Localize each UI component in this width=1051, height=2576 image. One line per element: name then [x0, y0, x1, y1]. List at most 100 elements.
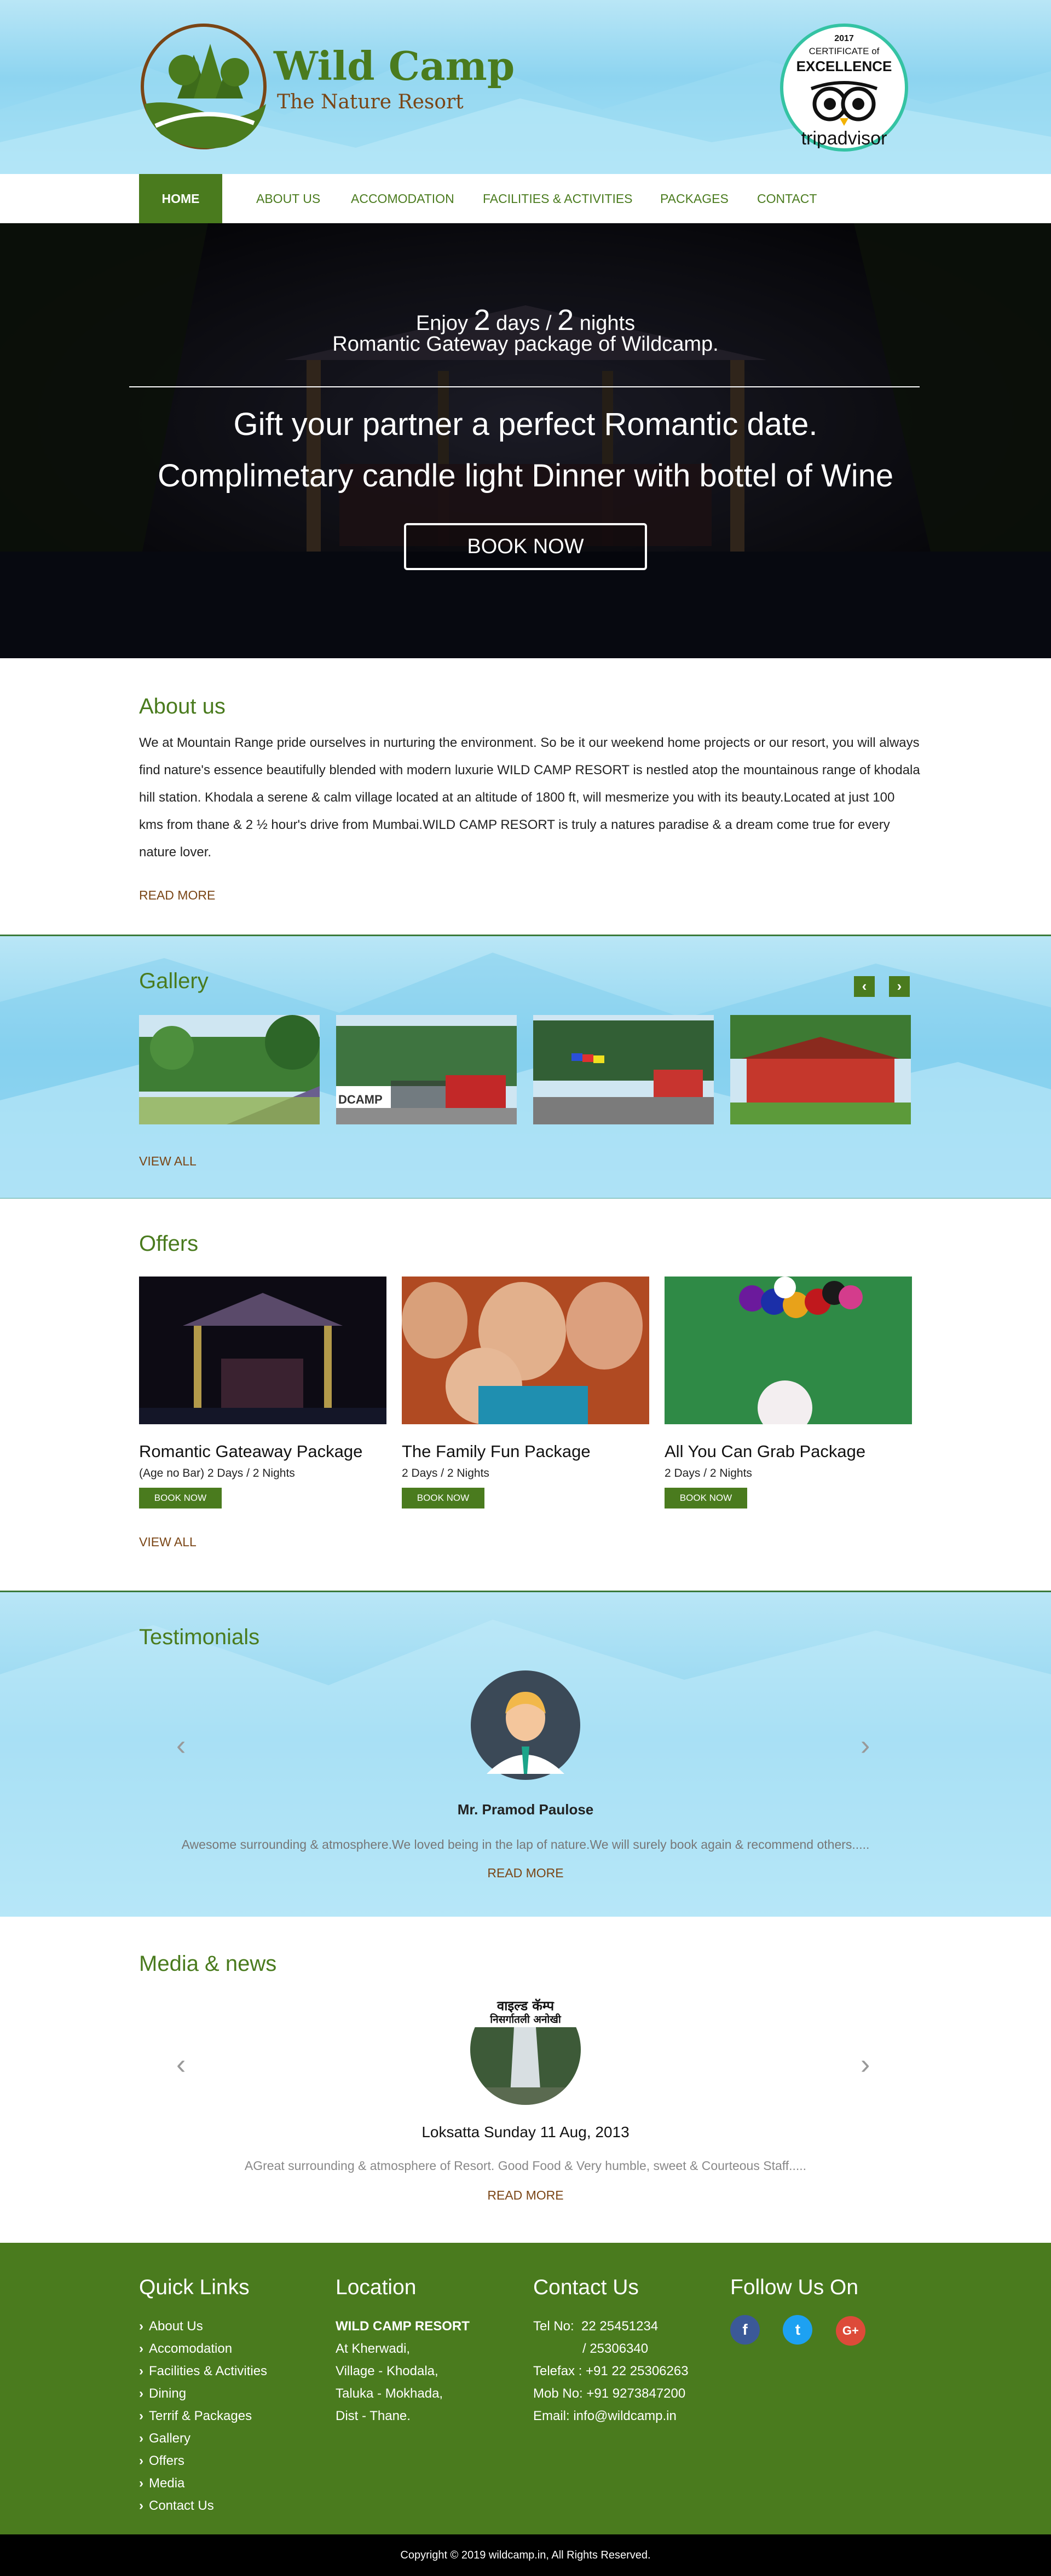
logo-name: Wild Camp — [274, 43, 515, 89]
site-header: Wild Camp The Nature Resort 2017 CERTIFI… — [0, 0, 1051, 174]
nav-contact[interactable]: CONTACT — [757, 174, 817, 223]
hero-enjoy-text: Enjoy — [415, 312, 468, 335]
footer-location-name: WILD CAMP RESORT — [336, 2319, 470, 2334]
media-prev-icon[interactable]: ‹ — [176, 2048, 186, 2081]
gallery-image-4[interactable] — [730, 1015, 911, 1124]
gallery-photo-gate — [336, 1015, 517, 1124]
gallery-section: Gallery ‹ › DCAMP VIEW ALL — [0, 935, 1051, 1199]
footer-link-contact-us[interactable]: Contact Us — [139, 2494, 267, 2517]
footer-contact-title: Contact Us — [533, 2276, 639, 2299]
footer-link-gallery[interactable]: Gallery — [139, 2427, 267, 2450]
footer-location-line: Village - Khodala, — [336, 2364, 438, 2378]
user-avatar-icon — [471, 1670, 580, 1780]
nav-accomodation[interactable]: ACCOMODATION — [351, 174, 454, 223]
testimonial-read-more-link[interactable]: READ MORE — [487, 1866, 563, 1880]
hero-package-name: Romantic Gateway package of Wildcamp. — [332, 333, 719, 356]
testimonials-prev-icon[interactable]: ‹ — [176, 1729, 186, 1762]
offers-view-all-link[interactable]: VIEW ALL — [139, 1535, 197, 1550]
gallery-sign-text: DCAMP — [338, 1093, 383, 1106]
footer-email[interactable]: Email: info@wildcamp.in — [533, 2405, 689, 2427]
site-logo[interactable]: Wild Camp The Nature Resort — [139, 22, 515, 153]
twitter-icon[interactable]: t — [783, 2315, 813, 2345]
badge-line2: EXCELLENCE — [796, 58, 892, 74]
footer-quick-links: Quick Links About Us Accomodation Facili… — [139, 2276, 267, 2517]
gallery-title: Gallery — [139, 969, 209, 993]
hero-book-now-button[interactable]: BOOK NOW — [404, 523, 647, 570]
footer-link-facilities[interactable]: Facilities & Activities — [139, 2360, 267, 2382]
testimonials-next-icon[interactable]: › — [861, 1729, 870, 1762]
main-navigation: HOME ABOUT US ACCOMODATION FACILITIES & … — [0, 174, 1051, 223]
offer-image-family[interactable] — [402, 1277, 649, 1424]
hero-nights-number: 2 — [557, 304, 574, 336]
footer-link-offers[interactable]: Offers — [139, 2450, 267, 2472]
footer-follow: Follow Us On f t G+ — [730, 2276, 886, 2346]
footer-quick-links-title: Quick Links — [139, 2276, 250, 2299]
badge-line1: CERTIFICATE of — [809, 46, 880, 56]
footer-location: Location WILD CAMP RESORT At Kherwadi, V… — [336, 2276, 470, 2427]
hero-days-word: days / — [496, 312, 552, 335]
offer-image-grab[interactable] — [665, 1277, 912, 1424]
about-body: We at Mountain Range pride ourselves in … — [139, 735, 920, 860]
hero-days-number: 2 — [473, 304, 490, 336]
offer-photo-family — [402, 1277, 649, 1424]
gallery-photo-road — [139, 1015, 320, 1124]
media-thumbnail[interactable]: वाइल्ड कॅम्प निसर्गातली अनोखी — [470, 1994, 581, 2105]
facebook-icon[interactable]: f — [730, 2315, 760, 2345]
gallery-view-all-link[interactable]: VIEW ALL — [139, 1154, 197, 1169]
nav-home[interactable]: HOME — [139, 174, 222, 223]
footer-location-line: Taluka - Mokhada, — [336, 2386, 443, 2401]
gallery-image-2[interactable]: DCAMP — [336, 1015, 517, 1124]
media-paper-text-2: निसर्गातली अनोखी — [490, 2014, 561, 2026]
logo-mark — [141, 24, 267, 149]
offer-book-now-grab[interactable]: BOOK NOW — [665, 1488, 747, 1509]
media-read-more-wrap: READ MORE — [0, 2188, 1051, 2203]
footer-tel: Tel No: 22 25451234 — [533, 2319, 659, 2334]
footer-tel-alt: / 25306340 — [582, 2341, 649, 2356]
offers-title: Offers — [139, 1232, 199, 1256]
offers-section: Offers Romantic Gateaway Package (Age no… — [0, 1199, 1051, 1591]
offer-book-now-family[interactable]: BOOK NOW — [402, 1488, 484, 1509]
gallery-next-button[interactable]: › — [889, 976, 910, 997]
footer-link-about-us[interactable]: About Us — [139, 2315, 267, 2337]
media-summary: AGreat surrounding & atmosphere of Resor… — [244, 2159, 807, 2173]
media-read-more-link[interactable]: READ MORE — [487, 2188, 563, 2202]
testimonials-title: Testimonials — [139, 1625, 260, 1649]
offer-book-now-romantic[interactable]: BOOK NOW — [139, 1488, 222, 1509]
offer-title-family: The Family Fun Package — [402, 1442, 591, 1461]
offer-title-romantic: Romantic Gateaway Package — [139, 1442, 363, 1461]
footer-location-line: Dist - Thane. — [336, 2409, 411, 2423]
hero-divider — [129, 386, 920, 387]
gallery-photo-flags — [533, 1015, 714, 1124]
offer-sub-romantic: (Age no Bar) 2 Days / 2 Nights — [139, 1467, 295, 1480]
about-read-more-link[interactable]: READ MORE — [139, 888, 215, 903]
testimonials-section: Testimonials ‹ › Mr. Pramod Paulose Awes… — [0, 1591, 1051, 1918]
hero-headline-2: Complimetary candle light Dinner with bo… — [157, 458, 894, 494]
about-title: About us — [139, 694, 226, 718]
nav-about-us[interactable]: ABOUT US — [256, 174, 320, 223]
footer-follow-title: Follow Us On — [730, 2276, 859, 2299]
google-plus-icon[interactable]: G+ — [835, 2316, 865, 2346]
footer-link-accomodation[interactable]: Accomodation — [139, 2337, 267, 2360]
testimonial-avatar — [470, 1670, 581, 1780]
gallery-prev-button[interactable]: ‹ — [854, 976, 875, 997]
badge-year: 2017 — [834, 34, 854, 43]
footer-link-terrif-packages[interactable]: Terrif & Packages — [139, 2405, 267, 2427]
media-news-section: Media & news ‹ › वाइल्ड कॅम्प निसर्गातली… — [0, 1917, 1051, 2243]
offer-title-grab: All You Can Grab Package — [665, 1442, 866, 1461]
nav-facilities-activities[interactable]: FACILITIES & ACTIVITIES — [483, 174, 633, 223]
nav-packages[interactable]: PACKAGES — [660, 174, 729, 223]
about-section: About us We at Mountain Range pride ours… — [0, 658, 1051, 935]
offer-sub-family: 2 Days / 2 Nights — [402, 1467, 489, 1480]
tripadvisor-certificate-badge[interactable]: 2017 CERTIFICATE of EXCELLENCE tripadvis… — [778, 22, 910, 153]
media-title: Media & news — [139, 1952, 277, 1976]
footer-link-dining[interactable]: Dining — [139, 2382, 267, 2405]
gallery-image-3[interactable] — [533, 1015, 714, 1124]
badge-brand: tripadvisor — [801, 128, 887, 149]
gallery-image-1[interactable] — [139, 1015, 320, 1124]
hero-nights-word: nights — [579, 312, 636, 335]
media-next-icon[interactable]: › — [861, 2048, 870, 2081]
testimonial-name: Mr. Pramod Paulose — [457, 1801, 594, 1818]
footer-link-media[interactable]: Media — [139, 2472, 267, 2494]
offer-image-romantic[interactable] — [139, 1277, 386, 1424]
gallery-photo-cottage — [730, 1015, 911, 1124]
